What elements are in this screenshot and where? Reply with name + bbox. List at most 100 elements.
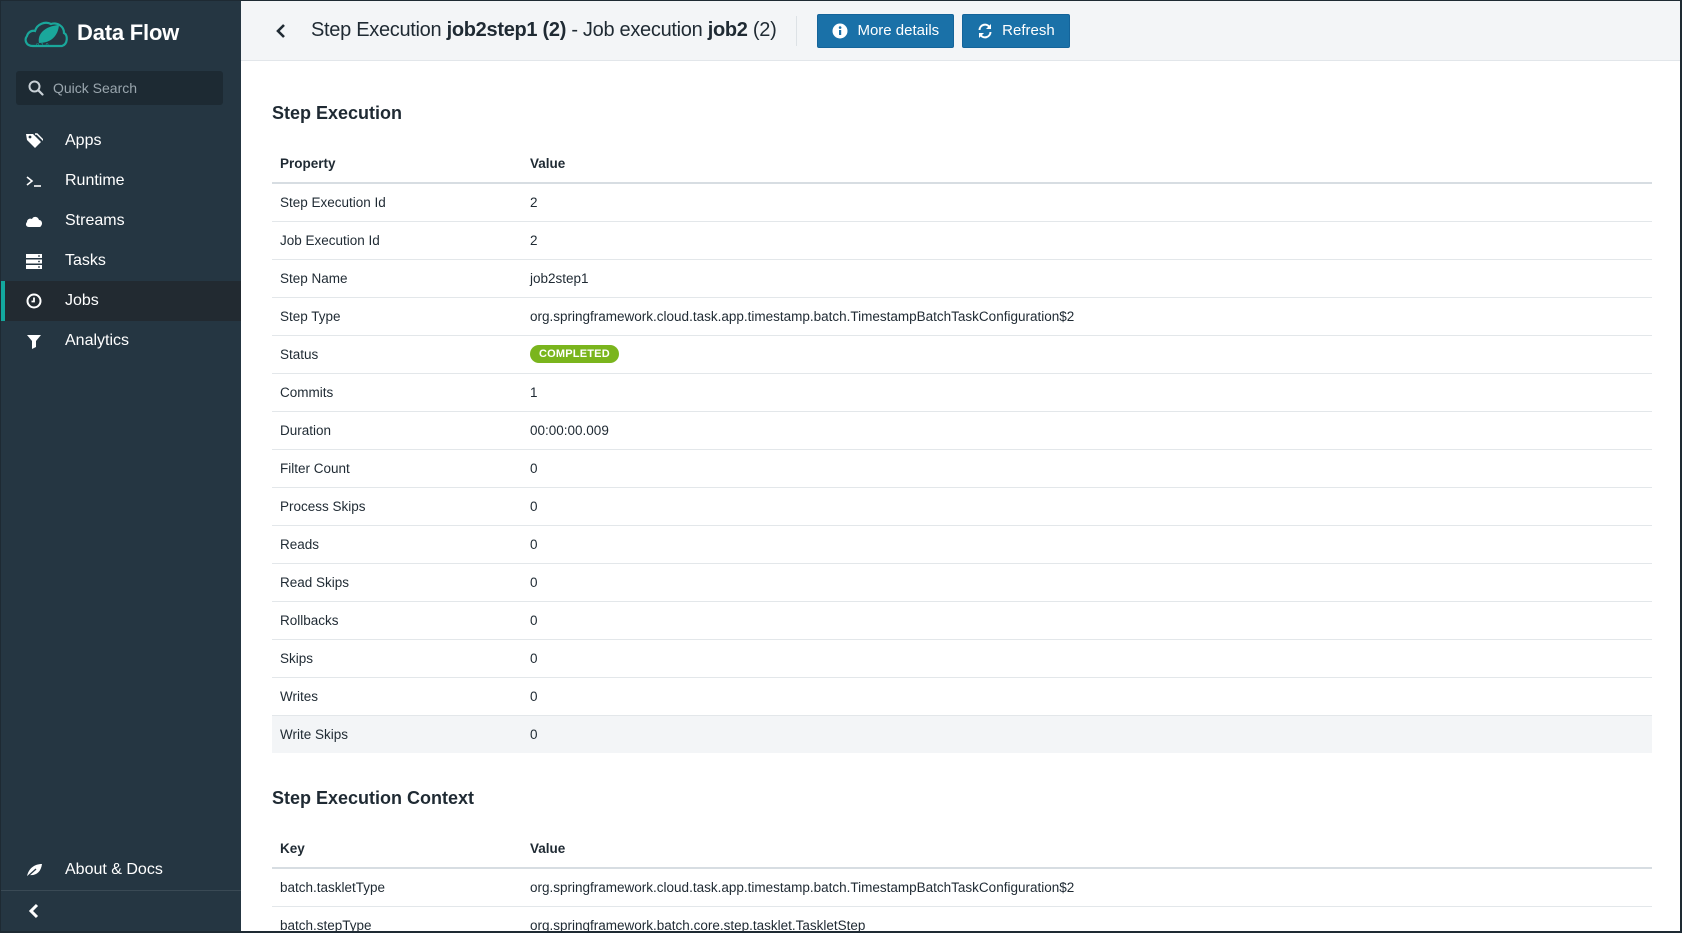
sidebar-item-apps[interactable]: Apps [1, 121, 241, 161]
data-flow-logo-icon: 0 1 0 [24, 21, 68, 49]
title-step-name: job2step1 (2) [446, 19, 567, 41]
sidebar: 0 1 0 Data Flow Apps Runtime [1, 1, 241, 931]
property-cell: Read Skips [272, 563, 522, 602]
value-cell: 2 [522, 221, 1652, 260]
table-row: Writes 0 [272, 677, 1652, 716]
value-cell: 1 [522, 373, 1652, 412]
title-middle: - Job execution [566, 19, 708, 41]
clock-icon [25, 292, 43, 310]
sidebar-item-label: Jobs [65, 292, 99, 309]
property-cell: Writes [272, 677, 522, 716]
property-cell: Filter Count [272, 449, 522, 488]
value-cell: 0 [522, 601, 1652, 640]
table-row: Write Skips 0 [272, 715, 1652, 753]
title-prefix: Step Execution [311, 19, 447, 41]
value-cell: 0 [522, 715, 1652, 753]
refresh-label: Refresh [1002, 22, 1055, 39]
title-job-suffix: (2) [747, 19, 777, 41]
property-cell: Write Skips [272, 715, 522, 753]
property-cell: Skips [272, 639, 522, 678]
leaf-icon [25, 861, 43, 879]
step-execution-context-table: Key Value batch.taskletType org.springfra… [272, 830, 1652, 931]
sidebar-item-tasks[interactable]: Tasks [1, 241, 241, 281]
quick-search[interactable] [16, 71, 223, 105]
value-cell: job2step1 [522, 259, 1652, 298]
value-cell: 2 [522, 183, 1652, 222]
table-header-row: Property Value [272, 145, 1652, 184]
table-row: Filter Count 0 [272, 449, 1652, 488]
table-row: Step Name job2step1 [272, 259, 1652, 298]
table-row: Step Execution Id 2 [272, 183, 1652, 222]
sidebar-item-label: Runtime [65, 172, 125, 189]
column-header-value: Value [522, 145, 1652, 184]
table-row: Step Type org.springframework.cloud.task.… [272, 297, 1652, 336]
property-cell: Step Type [272, 297, 522, 336]
sidebar-item-label: Tasks [65, 252, 106, 269]
value-cell: 0 [522, 525, 1652, 564]
app-window: 0 1 0 Data Flow Apps Runtime [1, 1, 1680, 931]
server-icon [25, 252, 43, 270]
header-divider [796, 15, 798, 46]
column-header-property: Property [272, 145, 522, 184]
sidebar-item-runtime[interactable]: Runtime [1, 161, 241, 201]
property-cell: Step Name [272, 259, 522, 298]
table-row: Rollbacks 0 [272, 601, 1652, 640]
terminal-icon [25, 172, 43, 190]
status-badge: COMPLETED [530, 345, 619, 363]
sidebar-nav: Apps Runtime Streams Tasks Jobs Analytic… [1, 121, 241, 361]
value-cell: 0 [522, 487, 1652, 526]
cloud-icon [25, 212, 43, 230]
table-row: Commits 1 [272, 373, 1652, 412]
step-execution-heading: Step Execution [272, 103, 403, 123]
property-cell: Duration [272, 411, 522, 450]
refresh-button[interactable]: Refresh [962, 13, 1070, 48]
sidebar-item-analytics[interactable]: Analytics [1, 321, 241, 361]
table-row: batch.taskletType org.springframework.clo… [272, 868, 1652, 907]
property-cell: Process Skips [272, 487, 522, 526]
value-cell: org.springframework.cloud.task.app.times… [522, 868, 1652, 907]
sidebar-item-label: Streams [65, 212, 125, 229]
key-cell: batch.stepType [272, 906, 522, 931]
value-cell: org.springframework.cloud.task.app.times… [522, 297, 1652, 336]
chevron-left-icon [28, 903, 39, 919]
property-cell: Commits [272, 373, 522, 412]
property-cell: Job Execution Id [272, 221, 522, 260]
about-docs-label: About & Docs [65, 861, 163, 878]
brand[interactable]: 0 1 0 Data Flow [23, 15, 179, 51]
collapse-sidebar-button[interactable] [1, 891, 241, 931]
quick-search-input[interactable] [53, 80, 203, 96]
sidebar-item-label: Apps [65, 132, 102, 149]
refresh-icon [978, 23, 992, 38]
page-title: Step Execution job2step1 (2) - Job execu… [311, 19, 777, 42]
property-cell: Reads [272, 525, 522, 564]
value-cell: 00:00:00.009 [522, 411, 1652, 450]
property-cell: Status [272, 335, 522, 374]
table-header-row: Key Value [272, 830, 1652, 869]
column-header-key: Key [272, 830, 522, 869]
table-row: Process Skips 0 [272, 487, 1652, 526]
info-icon [832, 23, 848, 38]
step-execution-context-heading: Step Execution Context [272, 788, 475, 808]
value-cell: 0 [522, 449, 1652, 488]
sidebar-item-streams[interactable]: Streams [1, 201, 241, 241]
sidebar-item-jobs[interactable]: Jobs [1, 281, 241, 321]
table-row: Skips 0 [272, 639, 1652, 678]
about-docs-link[interactable]: About & Docs [1, 850, 241, 890]
value-cell: 0 [522, 677, 1652, 716]
table-row: Reads 0 [272, 525, 1652, 564]
svg-text:0 1 0: 0 1 0 [36, 43, 49, 49]
table-row: Duration 00:00:00.009 [272, 411, 1652, 450]
back-button[interactable] [275, 22, 289, 40]
tag-icon [25, 132, 43, 150]
more-details-button[interactable]: More details [817, 13, 955, 48]
value-cell: 0 [522, 563, 1652, 602]
app-name: Data Flow [77, 20, 180, 45]
table-row: batch.stepType org.springframework.batch.… [272, 906, 1652, 931]
title-job-name: job2 [707, 19, 748, 41]
more-details-label: More details [857, 22, 940, 39]
table-row: Status COMPLETED [272, 335, 1652, 374]
page-header: Step Execution job2step1 (2) - Job execu… [241, 1, 1680, 61]
column-header-value: Value [522, 830, 1652, 869]
value-cell: 0 [522, 639, 1652, 678]
table-row: Job Execution Id 2 [272, 221, 1652, 260]
